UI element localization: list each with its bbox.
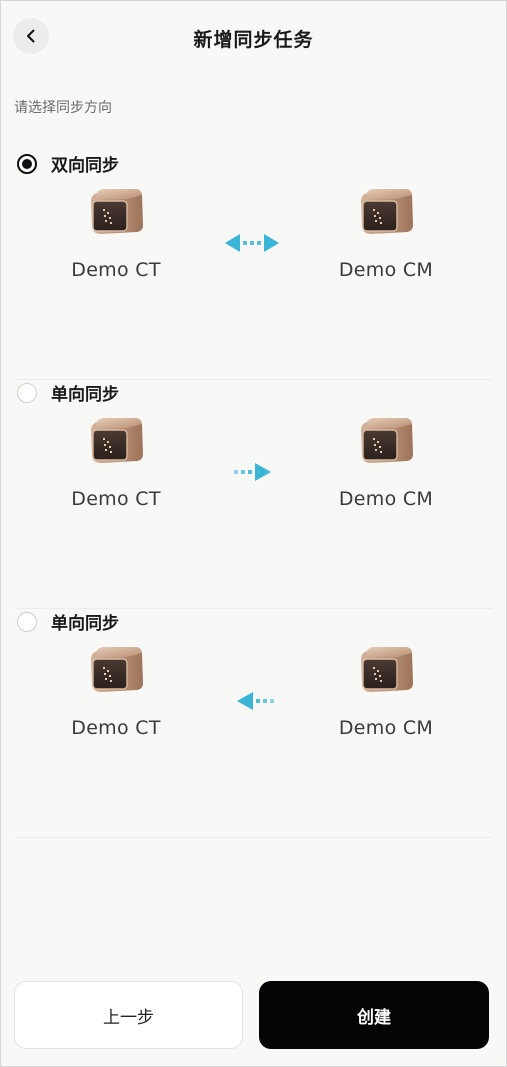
sync-option-one-way-backward[interactable]: 单向同步 Demo CT Demo CM — [1, 609, 506, 838]
sync-direction-prompt: 请选择同步方向 — [14, 100, 112, 116]
radio-button-selected[interactable] — [17, 153, 37, 174]
divider — [15, 837, 492, 838]
target-device: Demo CM — [311, 416, 461, 510]
radio-row[interactable]: 单向同步 — [17, 380, 119, 405]
arrow-right-icon — [234, 460, 274, 484]
radio-row[interactable]: 双向同步 — [17, 151, 119, 176]
option-label: 单向同步 — [51, 385, 119, 405]
header-bar: 新增同步任务 — [1, 1, 506, 73]
nas-device-icon — [87, 187, 145, 237]
page-title: 新增同步任务 — [193, 29, 314, 51]
source-device: Demo CT — [41, 416, 191, 510]
bidirectional-arrow-icon — [224, 231, 280, 255]
radio-button-unselected[interactable] — [17, 611, 37, 632]
nas-device-icon — [87, 416, 145, 466]
source-device: Demo CT — [41, 187, 191, 281]
create-button[interactable]: 创建 — [259, 981, 489, 1049]
arrow-left-icon — [234, 689, 274, 713]
target-device: Demo CM — [311, 645, 461, 739]
sync-option-bidirectional[interactable]: 双向同步 Demo CT Demo CM — [1, 151, 506, 380]
radio-button-unselected[interactable] — [17, 382, 37, 403]
source-device-name: Demo CT — [71, 488, 161, 510]
target-device-name: Demo CM — [338, 259, 434, 281]
option-label: 双向同步 — [51, 156, 119, 176]
sync-option-one-way-forward[interactable]: 单向同步 Demo CT Demo CM — [1, 380, 506, 609]
target-device-name: Demo CM — [338, 717, 434, 739]
option-label: 单向同步 — [51, 614, 119, 634]
source-device-name: Demo CT — [71, 259, 161, 281]
source-device: Demo CT — [41, 645, 191, 739]
nas-device-icon — [357, 187, 415, 237]
target-device: Demo CM — [311, 187, 461, 281]
nas-device-icon — [357, 645, 415, 695]
nas-device-icon — [87, 645, 145, 695]
previous-step-button[interactable]: 上一步 — [14, 981, 243, 1049]
radio-row[interactable]: 单向同步 — [17, 609, 119, 634]
target-device-name: Demo CM — [338, 488, 434, 510]
source-device-name: Demo CT — [71, 717, 161, 739]
nas-device-icon — [357, 416, 415, 466]
